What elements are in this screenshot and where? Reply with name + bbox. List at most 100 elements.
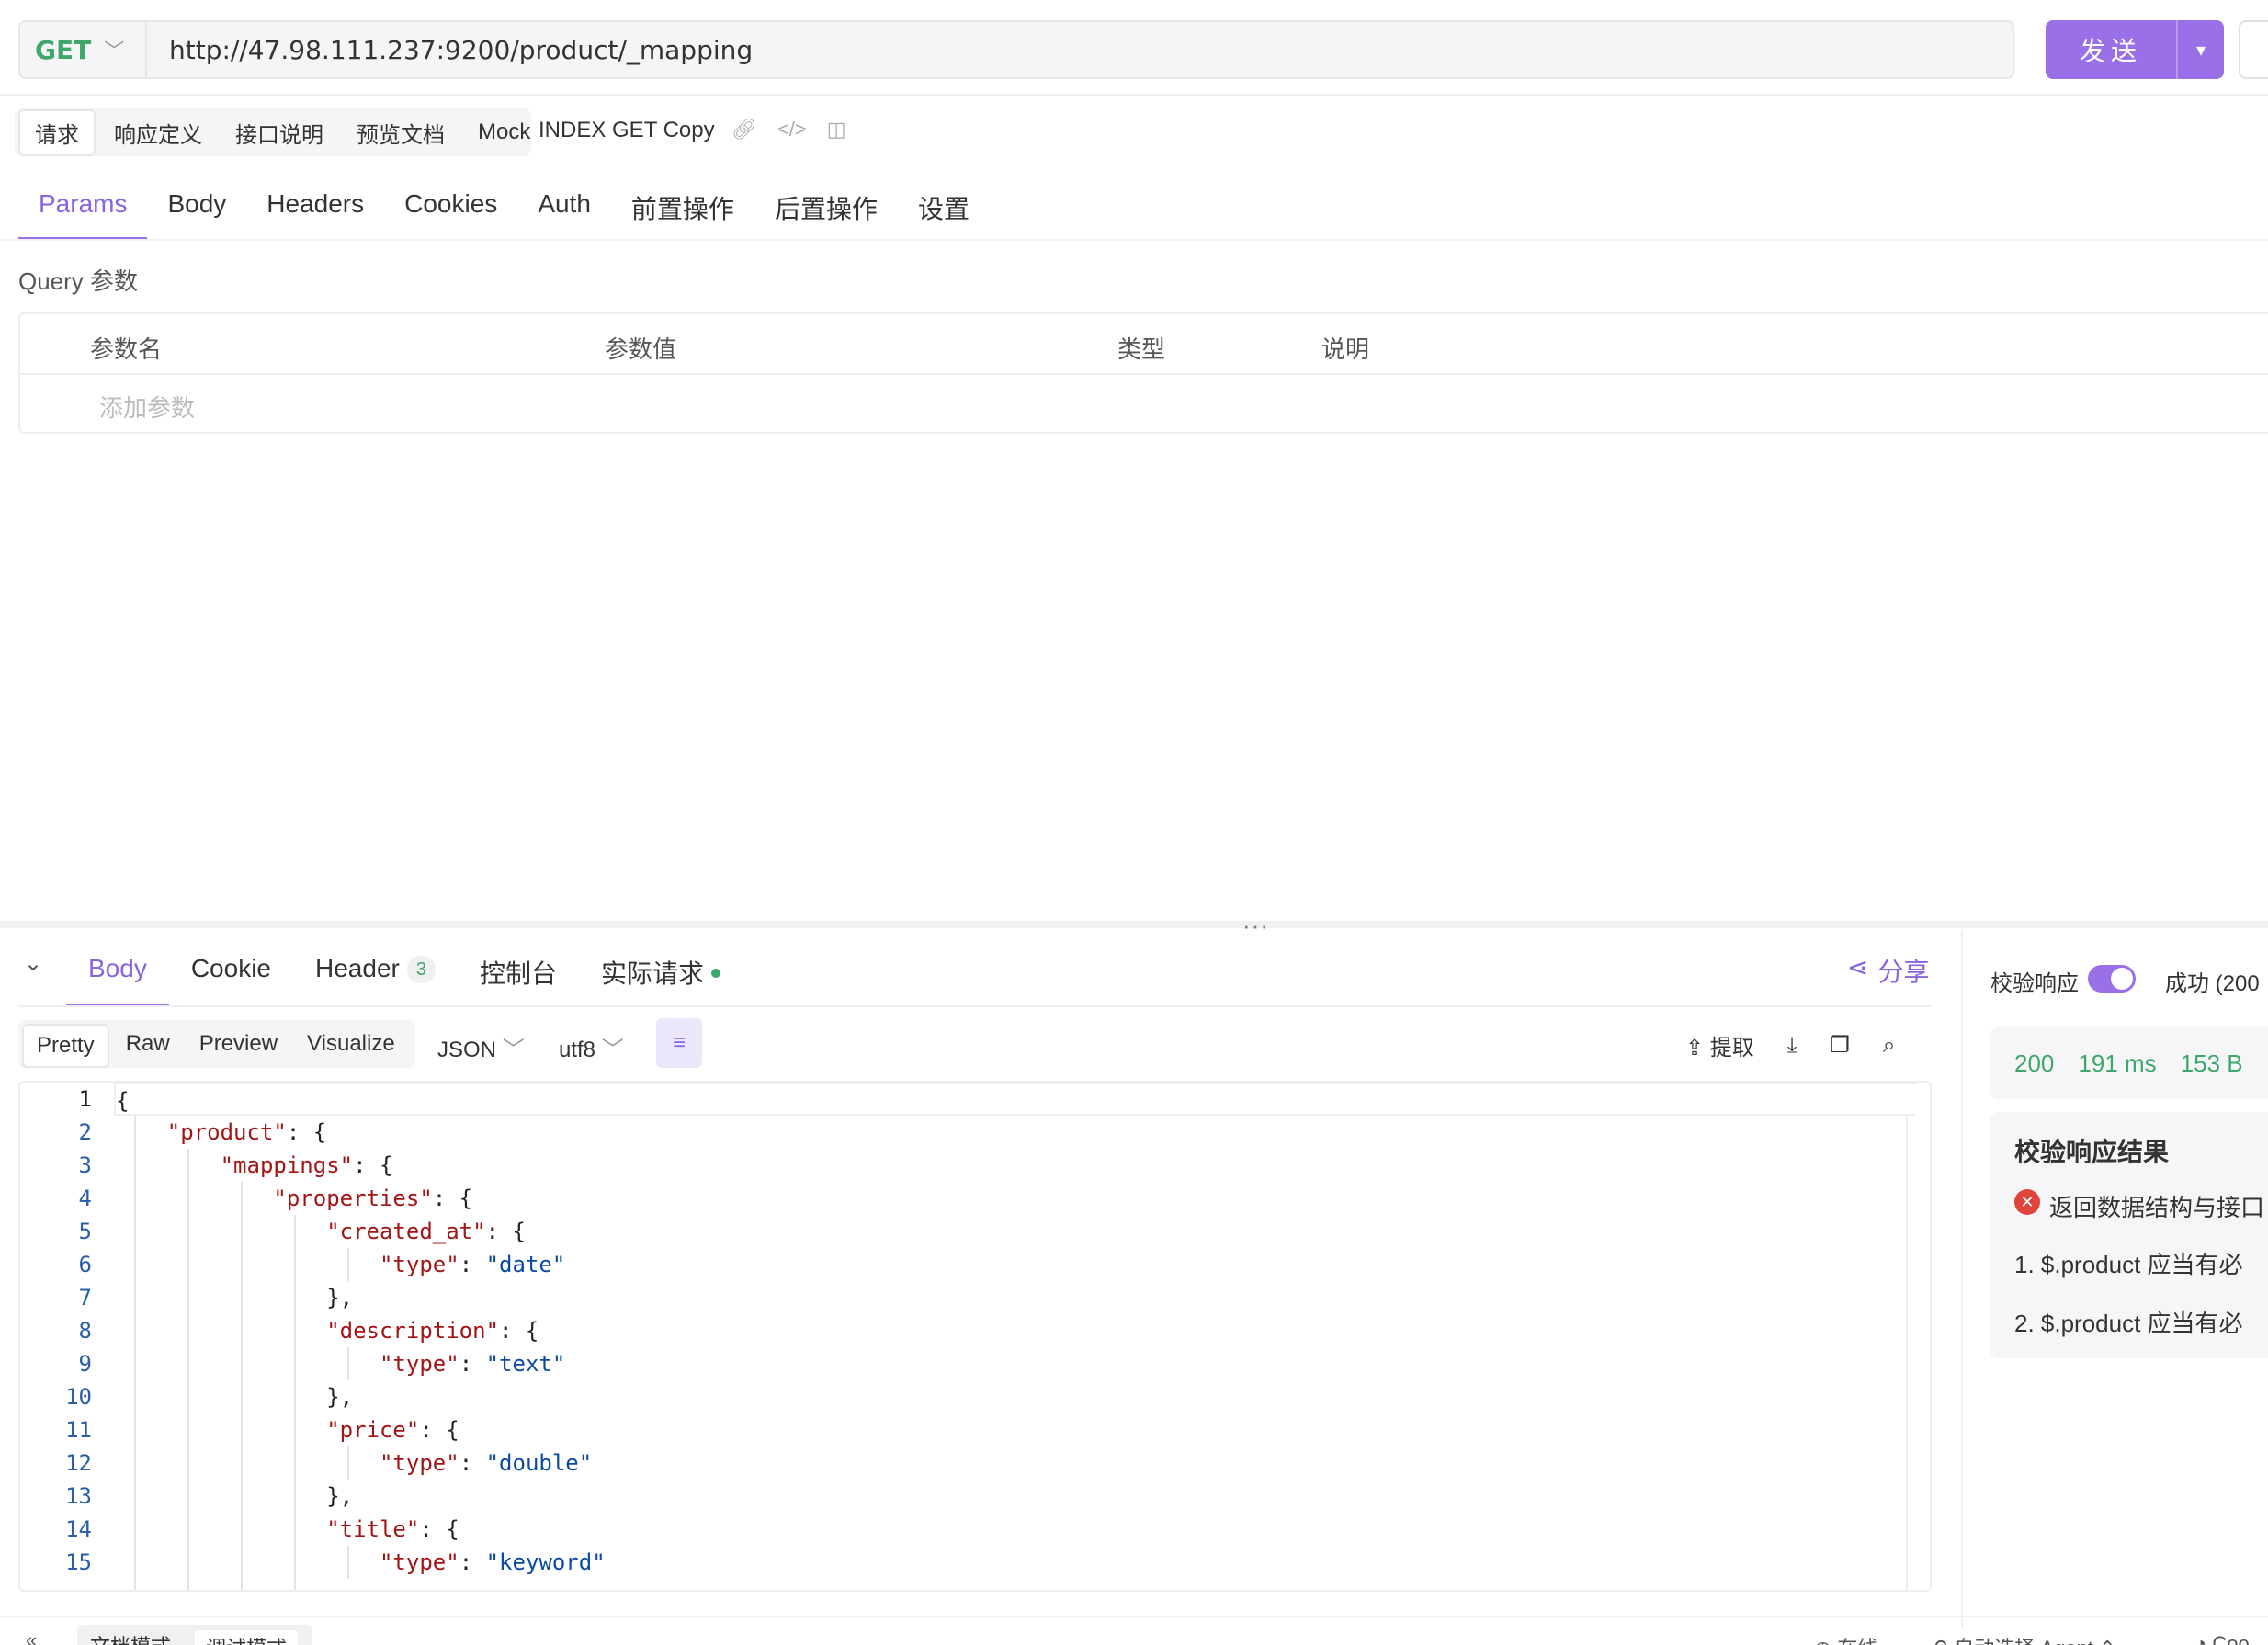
format-visualize[interactable]: Visualize <box>294 1024 408 1068</box>
line-number: 6 <box>78 1252 92 1277</box>
chevron-down-icon: ▾ <box>2195 40 2206 61</box>
method-label: GET <box>35 34 92 65</box>
line-number: 8 <box>78 1318 92 1344</box>
tab-cookies[interactable]: Cookies <box>384 180 517 241</box>
save-button[interactable] <box>2239 20 2268 79</box>
validation-status[interactable]: 成功 (200 <box>2165 965 2260 997</box>
line-number: 9 <box>78 1351 92 1377</box>
panel-resize-handle[interactable] <box>0 921 2268 928</box>
response-tab-actual-request[interactable]: 实际请求 <box>579 943 743 1007</box>
code-line: "mappings": { <box>114 1149 1915 1182</box>
cookie-icon: ◔ <box>2194 1632 2207 1645</box>
word-wrap-button[interactable]: ≡ <box>656 1018 702 1068</box>
tab-body[interactable]: Body <box>147 180 246 241</box>
tab-post-operations[interactable]: 后置操作 <box>754 180 898 241</box>
response-tab-cookie[interactable]: Cookie <box>169 943 293 1007</box>
response-tab-console[interactable]: 控制台 <box>458 943 579 1007</box>
mode-docs[interactable]: 文档模式 <box>90 1630 171 1645</box>
send-dropdown-button[interactable]: ▾ <box>2176 20 2224 79</box>
add-param-input[interactable]: 添加参数 <box>99 390 195 424</box>
subtab-api-description[interactable]: 接口说明 <box>221 111 338 154</box>
status-code: 200 <box>2014 1049 2055 1077</box>
tab-params[interactable]: Params <box>18 180 148 241</box>
format-preview[interactable]: Preview <box>187 1024 290 1068</box>
tab-label: 实际请求 <box>600 959 704 988</box>
line-number: 14 <box>65 1516 92 1542</box>
api-actions: 🔗︎ </> ◫ <box>731 118 846 142</box>
json-punctuation: : <box>459 1252 486 1277</box>
code-line: "title": { <box>114 1513 1915 1546</box>
chevron-down-icon: ﹀ <box>601 1038 624 1062</box>
subtab-preview-docs[interactable]: 预览文档 <box>342 111 459 154</box>
json-punctuation: : { <box>419 1417 459 1443</box>
validation-item: 1. $.product 应当有必 <box>2014 1251 2243 1278</box>
send-button[interactable]: 发送 <box>2046 20 2176 79</box>
format-switch: Pretty Raw Preview Visualize <box>22 1024 408 1068</box>
tab-settings[interactable]: 设置 <box>898 180 990 241</box>
agent-select[interactable]: ⚲ 自动选择 Agent ⌃ <box>1933 1632 2115 1645</box>
indent-guide <box>347 1248 349 1281</box>
share-button[interactable]: ⋖ 分享 <box>1847 952 1929 989</box>
response-metrics: 200 191 ms 153 B <box>1990 1027 2268 1099</box>
cookie-manager[interactable]: ◔ Coo <box>2194 1632 2250 1645</box>
api-name[interactable]: INDEX GET Copy <box>539 118 715 143</box>
collapse-sidebar-icon[interactable]: « <box>26 1628 37 1645</box>
status-dot <box>711 969 720 978</box>
subtab-request[interactable]: 请求 <box>18 108 96 156</box>
json-punctuation: : { <box>353 1152 393 1178</box>
json-punctuation: }, <box>326 1384 354 1410</box>
format-pretty[interactable]: Pretty <box>22 1024 109 1068</box>
code-icon[interactable]: </> <box>777 118 807 142</box>
indent-guide <box>347 1546 349 1579</box>
subtab-mock[interactable]: Mock <box>463 114 545 151</box>
download-icon[interactable]: ⤓ <box>1787 1033 1797 1059</box>
response-tab-header[interactable]: Header 3 <box>293 943 458 1007</box>
mode-debug[interactable]: 调试模式 <box>195 1630 299 1645</box>
json-key: "type" <box>379 1549 459 1575</box>
response-tab-body[interactable]: Body <box>66 943 169 1007</box>
format-raw[interactable]: Raw <box>113 1024 183 1068</box>
chevron-up-icon: ⌃ <box>2099 1637 2115 1645</box>
response-tools: ⇪ 提取 ⤓ ❐ ⌕ <box>1685 1029 1895 1061</box>
line-number: 4 <box>78 1186 92 1211</box>
line-number: 11 <box>65 1417 92 1443</box>
json-key: "properties" <box>273 1186 433 1211</box>
code-line: "type": "double" <box>114 1446 1915 1480</box>
search-icon[interactable]: ⌕ <box>1883 1033 1895 1059</box>
subtab-response-definition[interactable]: 响应定义 <box>99 111 217 154</box>
copy-icon[interactable]: ❐ <box>1830 1032 1850 1059</box>
response-size: 153 B <box>2180 1049 2243 1077</box>
drag-handle-icon[interactable]: ··· <box>1242 912 1269 940</box>
online-status[interactable]: ◷ 在线 <box>1814 1632 1877 1645</box>
line-number: 12 <box>65 1450 92 1476</box>
encoding-label: utf8 <box>559 1038 596 1062</box>
code-line: "type": "keyword" <box>114 1546 1915 1579</box>
response-body-editor[interactable]: 1 2 3 4 5 6 7 8 9 10 11 12 13 14 15 { "product": { "ma… <box>18 1081 1932 1592</box>
link-icon[interactable]: 🔗︎ <box>731 118 757 142</box>
tab-headers[interactable]: Headers <box>246 180 384 241</box>
collapse-response-icon[interactable]: ⌄ <box>24 950 42 977</box>
tab-pre-operations[interactable]: 前置操作 <box>611 180 754 241</box>
error-icon: ✕ <box>2014 1189 2040 1215</box>
json-key: "created_at" <box>326 1219 486 1244</box>
url-input[interactable]: http://47.98.111.237:9200/product/_mappi… <box>145 20 2014 79</box>
encoding-select[interactable]: utf8 ﹀ <box>559 1031 624 1063</box>
tab-label: Body <box>88 954 147 982</box>
code-line: "description": { <box>114 1314 1915 1347</box>
header-count-badge: 3 <box>406 956 436 983</box>
tab-label: Header <box>315 954 400 982</box>
divider <box>0 94 2268 96</box>
json-punctuation: : { <box>286 1119 327 1145</box>
language-select[interactable]: JSON ﹀ <box>437 1031 525 1063</box>
share-label: 分享 <box>1877 958 1930 986</box>
method-select[interactable]: GET ﹀ <box>18 20 145 79</box>
column-header-type: 类型 <box>1117 335 1166 363</box>
json-key: "type" <box>379 1252 459 1277</box>
extract-button[interactable]: ⇪ 提取 <box>1685 1029 1754 1061</box>
editor-scroll-track[interactable] <box>1906 1116 1908 1590</box>
panel-icon[interactable]: ◫ <box>827 118 846 142</box>
tab-auth[interactable]: Auth <box>517 180 611 241</box>
validate-response-toggle[interactable] <box>2088 965 2136 993</box>
json-key: "description" <box>326 1318 500 1344</box>
